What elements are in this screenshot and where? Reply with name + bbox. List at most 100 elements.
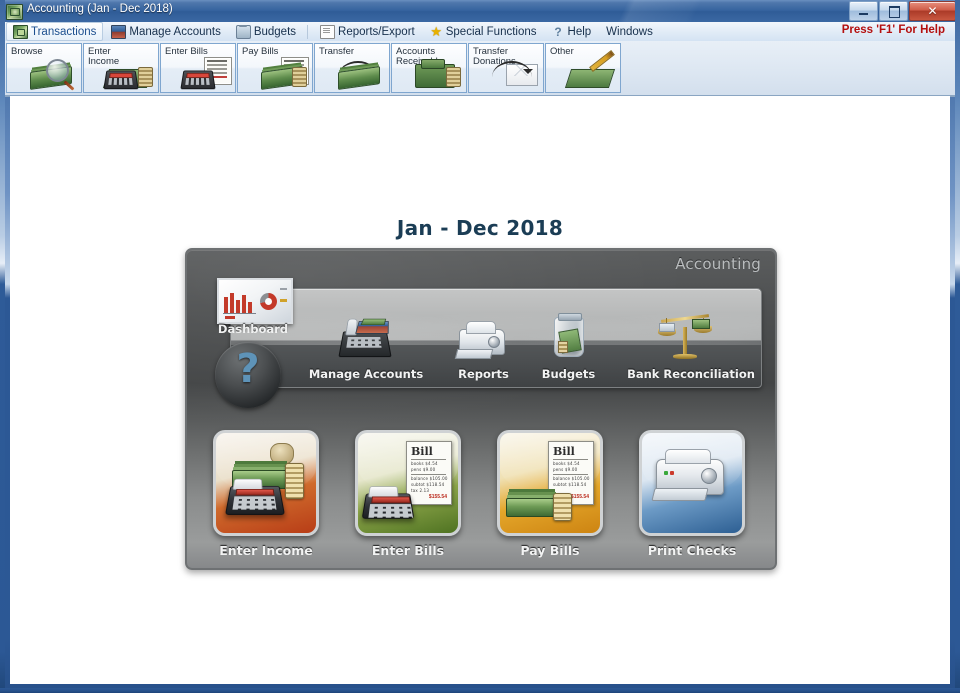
toolbar-filler <box>621 41 955 95</box>
toolbar-button-transfer-donations[interactable]: Transfer Donations <box>468 43 544 93</box>
dashboard-chart-icon[interactable] <box>217 278 293 324</box>
shelf-item-reports[interactable]: Reports <box>441 301 526 387</box>
balance-scale-icon <box>611 301 761 363</box>
close-icon: ✕ <box>927 4 938 18</box>
menu-item-budgets[interactable]: Budgets <box>229 22 303 41</box>
books-icon <box>111 24 127 39</box>
title-bar: Accounting (Jan - Dec 2018) ✕ <box>0 0 960 22</box>
tile-label: Print Checks <box>647 543 737 558</box>
toolbar-button-transfer[interactable]: Transfer <box>314 43 390 93</box>
jar-icon <box>235 24 251 39</box>
menu-label: Help <box>567 25 592 38</box>
bill-line-3: balance $105.00 <box>553 476 590 481</box>
toolbar-button-browse[interactable]: Browse <box>6 43 82 93</box>
menu-label: Manage Accounts <box>129 25 221 38</box>
shelf-item-label: Bank Reconciliation <box>627 367 755 381</box>
bill-line-2: pens $9.00 <box>411 467 436 472</box>
dashboard-shelf: Manage Accounts Reports Budgets Bank Rec… <box>230 288 762 388</box>
bill-title: Bill <box>553 445 575 458</box>
page-title: Jan - Dec 2018 <box>396 216 564 240</box>
shelf-item-bank-reconciliation[interactable]: Bank Reconciliation <box>611 301 761 387</box>
window-frame-right <box>955 0 960 693</box>
menu-label: Special Functions <box>445 25 537 38</box>
toolbar-button-pay-bills[interactable]: Pay Bills <box>237 43 313 93</box>
menu-item-reports-export[interactable]: Reports/Export <box>313 22 422 41</box>
window-title: Accounting (Jan - Dec 2018) <box>27 3 173 15</box>
dashboard-button-label[interactable]: Dashboard <box>205 322 301 336</box>
help-button[interactable]: ? <box>215 342 281 408</box>
application-window: Accounting (Jan - Dec 2018) ✕ Transactio… <box>0 0 960 693</box>
toolbar-button-enter-bills[interactable]: Enter Bills <box>160 43 236 93</box>
enter-bills-icon <box>178 55 234 91</box>
toolbar-button-other[interactable]: Other <box>545 43 621 93</box>
other-pencil-icon <box>563 50 619 91</box>
bill-line-1: books $4.54 <box>411 461 438 466</box>
bill-line-2: pens $9.00 <box>553 467 578 472</box>
tile-label: Enter Bills <box>371 543 445 558</box>
dashboard-header-label: Accounting <box>675 255 761 273</box>
maximize-icon <box>889 6 900 18</box>
menu-item-transactions[interactable]: Transactions <box>6 22 104 41</box>
bill-line-5: tax 2.13 <box>411 488 430 493</box>
money-jar-icon <box>526 301 611 363</box>
help-icon: ? <box>554 24 562 39</box>
window-frame-left <box>0 0 5 693</box>
tile-label: Pay Bills <box>520 543 580 558</box>
toolbar-button-enter-income[interactable]: Enter Income <box>83 43 159 93</box>
close-button[interactable]: ✕ <box>909 1 956 21</box>
window-frame-bottom <box>0 688 960 693</box>
transfer-arrow-icon <box>332 55 388 91</box>
tile-print-checks[interactable]: Print Checks <box>639 430 745 558</box>
window-controls: ✕ <box>848 1 956 21</box>
bill-line-4: subtot $118.54 <box>553 482 587 487</box>
menu-label: Budgets <box>253 25 297 38</box>
browse-magnifier-icon <box>24 55 80 91</box>
maximize-button[interactable] <box>879 1 908 21</box>
minimize-button[interactable] <box>849 1 878 21</box>
money-icon <box>13 24 28 39</box>
menu-item-help[interactable]: ? Help <box>545 22 599 41</box>
menu-item-windows[interactable]: Windows <box>599 22 660 41</box>
money-icon <box>6 4 23 20</box>
shelf-item-manage-accounts[interactable]: Manage Accounts <box>291 301 441 387</box>
star-icon: ★ <box>430 23 443 39</box>
client-area: Jan - Dec 2018 Accounting Dashboard ? Ma… <box>10 96 950 684</box>
dashboard-tile-row: Enter Income Bill books $4.54 pens $9.00 <box>213 430 745 558</box>
pay-bills-icon <box>255 55 311 91</box>
shelf-item-budgets[interactable]: Budgets <box>526 301 611 387</box>
bill-total: $155.54 <box>428 494 447 500</box>
tile-pay-bills[interactable]: Bill books $4.54 pens $9.00 balance $105… <box>497 430 603 558</box>
menu-item-special-functions[interactable]: ★ Special Functions <box>423 22 544 41</box>
bill-line-4: subtot $118.54 <box>411 482 445 487</box>
menu-separator <box>307 24 309 39</box>
printer-icon <box>441 301 526 363</box>
shelf-item-label: Reports <box>458 367 509 381</box>
toolbar-button-accounts-receivable[interactable]: Accounts Receivable <box>391 43 467 93</box>
menu-label: Windows <box>606 25 653 38</box>
income-calculator-icon[interactable] <box>213 430 319 536</box>
tile-label: Enter Income <box>219 543 313 558</box>
bill-calculator-icon[interactable]: Bill books $4.54 pens $9.00 balance $105… <box>355 430 461 536</box>
toolbar: Browse Enter Income Enter Bills Pay Bill… <box>5 41 955 97</box>
tile-enter-bills[interactable]: Bill books $4.54 pens $9.00 balance $105… <box>355 430 461 558</box>
bill-line-3: balance $105.00 <box>411 476 448 481</box>
shelf-item-label: Budgets <box>541 367 596 381</box>
bill-line-1: books $4.54 <box>553 461 580 466</box>
minimize-icon <box>859 13 868 15</box>
bill-total: $155.54 <box>570 494 589 500</box>
page-icon <box>320 24 336 39</box>
menu-item-manage-accounts[interactable]: Manage Accounts <box>104 22 227 41</box>
question-mark-icon: ? <box>236 346 260 392</box>
printer-icon[interactable] <box>639 430 745 536</box>
bill-title: Bill <box>411 445 433 458</box>
pay-bills-cash-icon[interactable]: Bill books $4.54 pens $9.00 balance $105… <box>497 430 603 536</box>
tile-enter-income[interactable]: Enter Income <box>213 430 319 558</box>
shelf-item-list: Manage Accounts Reports Budgets Bank Rec… <box>291 291 755 387</box>
transfer-donations-icon <box>486 55 542 91</box>
menu-label: Reports/Export <box>338 25 415 38</box>
press-f1-for-help-text: Press 'F1' For Help <box>841 24 945 36</box>
accounts-receivable-icon <box>409 55 465 91</box>
menu-bar: Transactions Manage Accounts Budgets Rep… <box>5 22 955 42</box>
shelf-item-label: Manage Accounts <box>308 367 424 381</box>
enter-income-icon <box>101 55 157 91</box>
